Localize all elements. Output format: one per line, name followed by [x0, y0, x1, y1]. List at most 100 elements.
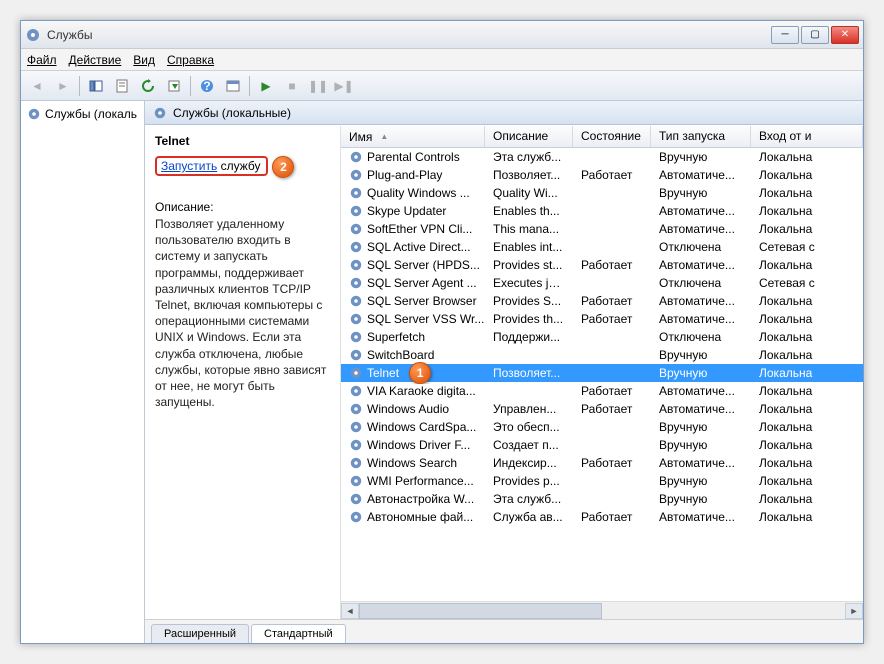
cell-state: Работает: [573, 456, 651, 470]
cell-name: SoftEther VPN Cli...: [341, 222, 485, 236]
content-area: Telnet Запустить службу 2 Описание: Позв…: [145, 125, 863, 619]
service-row[interactable]: SQL Active Direct...Enables int...Отключ…: [341, 238, 863, 256]
main-body: Службы (локаль Службы (локальные) Telnet…: [21, 101, 863, 643]
col-desc[interactable]: Описание: [485, 126, 573, 147]
cell-desc: Служба ав...: [485, 510, 573, 524]
back-button[interactable]: ◄: [25, 74, 49, 98]
horizontal-scrollbar[interactable]: ◄ ►: [341, 601, 863, 619]
tab-standard[interactable]: Стандартный: [251, 624, 346, 643]
menu-file[interactable]: Файл: [27, 53, 57, 67]
service-row[interactable]: SQL Server BrowserProvides S...РаботаетА…: [341, 292, 863, 310]
scroll-left-arrow[interactable]: ◄: [341, 603, 359, 619]
service-name-text: Windows CardSpa...: [367, 420, 476, 434]
tree-root-services[interactable]: Службы (локаль: [23, 105, 142, 123]
stop-service-button[interactable]: ■: [280, 74, 304, 98]
start-service-link[interactable]: Запустить: [161, 159, 217, 173]
service-row[interactable]: Skype UpdaterEnables th...Автоматиче...Л…: [341, 202, 863, 220]
service-row[interactable]: Plug-and-PlayПозволяет...РаботаетАвтомат…: [341, 166, 863, 184]
close-button[interactable]: ✕: [831, 26, 859, 44]
service-row[interactable]: Windows SearchИндексир...РаботаетАвтомат…: [341, 454, 863, 472]
tree-pane: Службы (локаль: [21, 101, 145, 643]
col-state[interactable]: Состояние: [573, 126, 651, 147]
cell-desc: Enables int...: [485, 240, 573, 254]
cell-state: Работает: [573, 402, 651, 416]
service-name-text: Автонастройка W...: [367, 492, 474, 506]
service-row[interactable]: VIA Karaoke digita...РаботаетАвтоматиче.…: [341, 382, 863, 400]
cell-logon: Сетевая с: [751, 276, 863, 290]
cell-desc: Provides th...: [485, 312, 573, 326]
toolbar-extra-button[interactable]: [221, 74, 245, 98]
window-title: Службы: [47, 28, 771, 42]
service-name-text: Skype Updater: [367, 204, 446, 218]
menu-view[interactable]: Вид: [133, 53, 155, 67]
help-button[interactable]: ?: [195, 74, 219, 98]
cell-desc: Эта служб...: [485, 492, 573, 506]
toolbar-separator: [249, 76, 250, 96]
cell-name: Parental Controls: [341, 150, 485, 164]
service-row[interactable]: SuperfetchПоддержи...ОтключенаЛокальна: [341, 328, 863, 346]
toolbar-separator: [79, 76, 80, 96]
cell-state: Работает: [573, 258, 651, 272]
service-row[interactable]: Parental ControlsЭта служб...ВручнуюЛока…: [341, 148, 863, 166]
annotation-badge-1: 1: [409, 362, 431, 384]
cell-name: SQL Server VSS Wr...: [341, 312, 485, 326]
service-row[interactable]: WMI Performance...Provides p...ВручнуюЛо…: [341, 472, 863, 490]
cell-start: Автоматиче...: [651, 456, 751, 470]
service-row[interactable]: Quality Windows ...Quality Wi...ВручнуюЛ…: [341, 184, 863, 202]
show-hide-tree-button[interactable]: [84, 74, 108, 98]
service-row[interactable]: Telnet1Позволяет...ВручнуюЛокальна: [341, 364, 863, 382]
restart-service-button[interactable]: ▶❚: [332, 74, 356, 98]
col-name[interactable]: Имя▲: [341, 126, 485, 147]
refresh-button[interactable]: [136, 74, 160, 98]
scroll-right-arrow[interactable]: ►: [845, 603, 863, 619]
cell-logon: Локальна: [751, 348, 863, 362]
cell-start: Вручную: [651, 474, 751, 488]
service-row[interactable]: SQL Server VSS Wr...Provides th...Работа…: [341, 310, 863, 328]
cell-name: SQL Server Browser: [341, 294, 485, 308]
service-rows[interactable]: Parental Controls Эта служб... Вручную Лока…: [341, 148, 863, 601]
cell-logon: Локальна: [751, 510, 863, 524]
cell-name: Windows Search: [341, 456, 485, 470]
pause-service-button[interactable]: ❚❚: [306, 74, 330, 98]
minimize-button[interactable]: ─: [771, 26, 799, 44]
cell-start: Автоматиче...: [651, 258, 751, 272]
scroll-track[interactable]: [359, 603, 845, 619]
service-row[interactable]: SoftEther VPN Cli...This mana...Автомати…: [341, 220, 863, 238]
menu-help[interactable]: Справка: [167, 53, 214, 67]
cell-name: SQL Active Direct...: [341, 240, 485, 254]
service-name-text: Windows Audio: [367, 402, 449, 416]
service-row[interactable]: Автонастройка W...Эта служб...ВручнуюЛок…: [341, 490, 863, 508]
service-row[interactable]: Windows Driver F...Создает п...ВручнуюЛо…: [341, 436, 863, 454]
cell-start: Автоматиче...: [651, 294, 751, 308]
service-name-text: Telnet: [367, 366, 399, 380]
cell-name: SQL Server (HPDS...: [341, 258, 485, 272]
cell-name: Автонастройка W...: [341, 492, 485, 506]
scroll-thumb[interactable]: [359, 603, 602, 619]
cell-name: Windows Driver F...: [341, 438, 485, 452]
tree-root-label: Службы (локаль: [45, 107, 137, 121]
properties-button[interactable]: [110, 74, 134, 98]
cell-state: Работает: [573, 384, 651, 398]
cell-desc: Позволяет...: [485, 168, 573, 182]
col-logon[interactable]: Вход от и: [751, 126, 863, 147]
export-button[interactable]: [162, 74, 186, 98]
forward-button[interactable]: ►: [51, 74, 75, 98]
tab-extended[interactable]: Расширенный: [151, 624, 249, 643]
col-start[interactable]: Тип запуска: [651, 126, 751, 147]
service-row[interactable]: SQL Server Agent ...Executes jo...Отключ…: [341, 274, 863, 292]
service-name-text: SQL Server Agent ...: [367, 276, 477, 290]
right-pane-header: Службы (локальные): [145, 101, 863, 125]
cell-start: Отключена: [651, 330, 751, 344]
gear-icon: [153, 106, 167, 120]
service-row[interactable]: Windows AudioУправлен...РаботаетАвтомати…: [341, 400, 863, 418]
start-service-button[interactable]: ▶: [254, 74, 278, 98]
maximize-button[interactable]: ▢: [801, 26, 829, 44]
gear-icon: [349, 348, 363, 362]
cell-name: Telnet 1: [341, 362, 485, 384]
cell-logon: Локальна: [751, 384, 863, 398]
service-row[interactable]: Автономные фай...Служба ав...РаботаетАвт…: [341, 508, 863, 526]
service-row[interactable]: SQL Server (HPDS...Provides st...Работае…: [341, 256, 863, 274]
menu-action[interactable]: Действие: [69, 53, 122, 67]
service-row[interactable]: Windows CardSpa...Это обесп...ВручнуюЛок…: [341, 418, 863, 436]
cell-name: Plug-and-Play: [341, 168, 485, 182]
